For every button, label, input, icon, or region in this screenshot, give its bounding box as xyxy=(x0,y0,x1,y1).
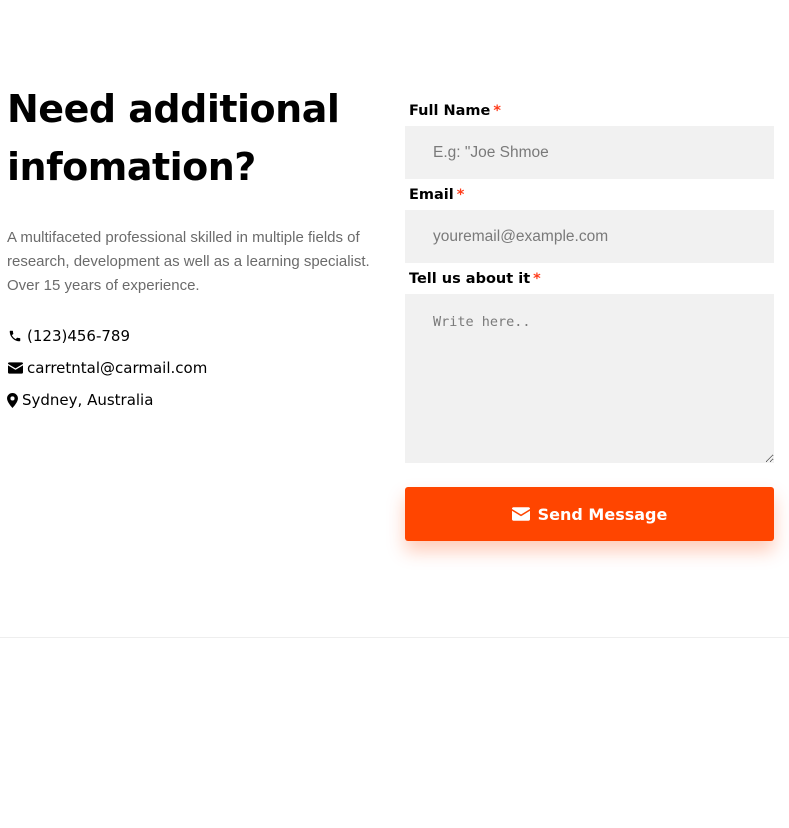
map-marker-icon xyxy=(7,392,18,408)
contact-location: Sydney, Australia xyxy=(7,384,377,416)
location-text: Sydney, Australia xyxy=(22,391,154,409)
contact-list: (123)456-789 carretntal@carmail.com Sydn… xyxy=(7,320,377,416)
send-message-button[interactable]: Send Message xyxy=(405,487,774,541)
full-name-input[interactable] xyxy=(405,126,774,179)
page-title: Need additional infomation? xyxy=(7,80,377,196)
contact-phone: (123)456-789 xyxy=(7,320,377,352)
email-label-text: Email xyxy=(409,187,454,203)
email-label: Email * xyxy=(405,182,774,208)
envelope-icon xyxy=(511,507,530,521)
message-textarea[interactable] xyxy=(405,294,774,463)
section-divider xyxy=(0,637,789,638)
phone-icon xyxy=(7,328,23,344)
info-section: Need additional infomation? A multifacet… xyxy=(7,80,377,416)
envelope-icon xyxy=(7,360,23,376)
title-line-2: infomation? xyxy=(7,145,256,189)
full-name-label-text: Full Name xyxy=(409,103,491,119)
message-label: Tell us about it * xyxy=(405,266,774,292)
email-text: carretntal@carmail.com xyxy=(27,359,208,377)
message-label-text: Tell us about it xyxy=(409,271,531,287)
required-marker: * xyxy=(493,103,501,119)
required-marker: * xyxy=(533,271,541,287)
contact-form: Full Name* Email* Tell us about it* Send… xyxy=(405,98,774,541)
send-message-label: Send Message xyxy=(537,504,668,524)
required-marker: * xyxy=(456,187,465,203)
title-line-1: Need additional xyxy=(7,87,340,131)
full-name-label: Full Name * xyxy=(405,98,774,124)
intro-description: A multifaceted professional skilled in m… xyxy=(7,229,370,294)
contact-email: carretntal@carmail.com xyxy=(7,352,377,384)
phone-text: (123)456-789 xyxy=(27,327,131,345)
email-input[interactable] xyxy=(405,210,774,263)
